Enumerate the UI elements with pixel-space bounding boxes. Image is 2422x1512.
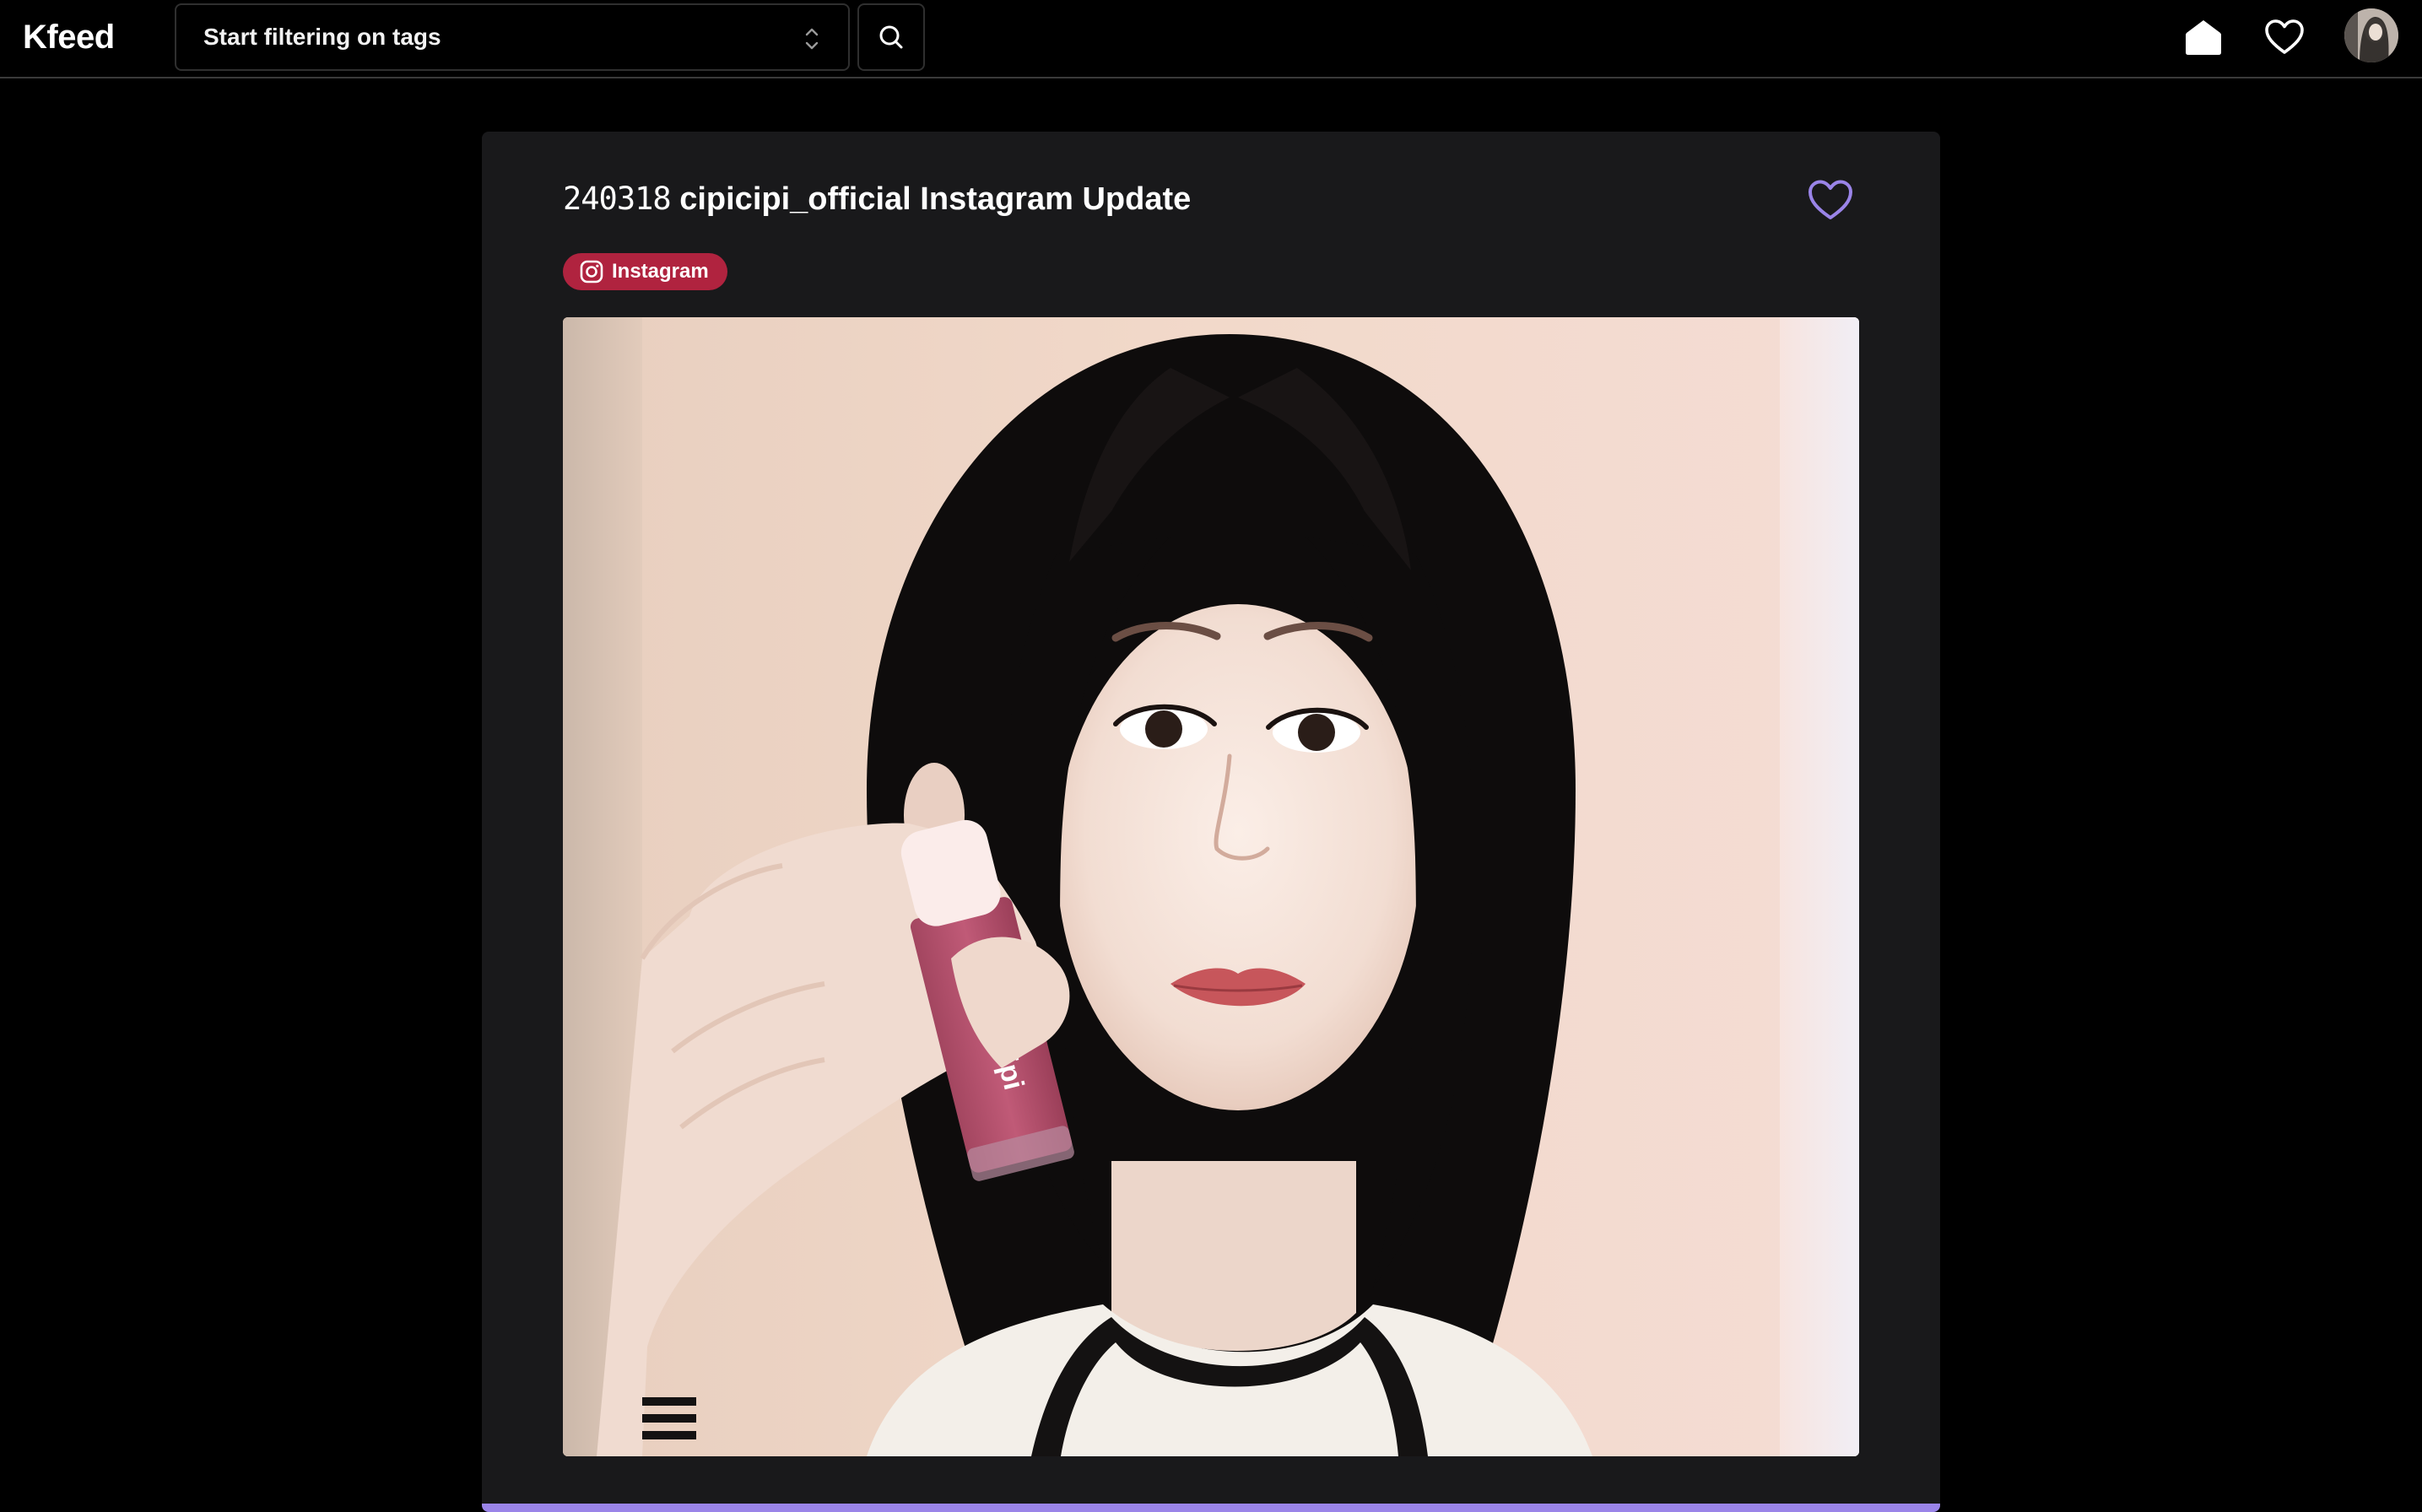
top-navigation-bar: Kfeed Start filtering on tags	[0, 0, 2422, 78]
chevron-up-down-icon	[805, 28, 819, 50]
app-logo[interactable]: Kfeed	[23, 15, 115, 59]
tag-filter-select[interactable]: Start filtering on tags	[175, 3, 850, 71]
heart-outline-icon	[1808, 180, 1852, 219]
like-button[interactable]	[1804, 174, 1857, 226]
post-card: 240318 cipicipi_official Instagram Updat…	[482, 132, 1940, 1512]
search-icon	[879, 25, 903, 49]
favorites-button[interactable]	[2259, 12, 2310, 62]
card-accent-bar	[482, 1504, 1940, 1512]
avatar-image	[2344, 8, 2398, 62]
user-avatar[interactable]	[2344, 8, 2398, 62]
heart-icon	[2265, 19, 2304, 54]
instagram-icon	[580, 260, 603, 284]
source-tag-instagram[interactable]: Instagram	[563, 253, 727, 290]
tag-filter-placeholder: Start filtering on tags	[203, 24, 441, 50]
post-photo: CipiCipi	[563, 317, 1859, 1456]
home-button[interactable]	[2178, 12, 2229, 62]
post-title[interactable]: 240318 cipicipi_official Instagram Updat…	[563, 176, 1191, 223]
post-title-text: cipicipi_official Instagram Update	[679, 181, 1192, 217]
home-icon	[2186, 20, 2221, 55]
search-button[interactable]	[857, 3, 925, 71]
post-date: 240318	[563, 181, 672, 217]
post-image[interactable]: CipiCipi	[563, 317, 1859, 1456]
source-tag-label: Instagram	[612, 260, 709, 283]
